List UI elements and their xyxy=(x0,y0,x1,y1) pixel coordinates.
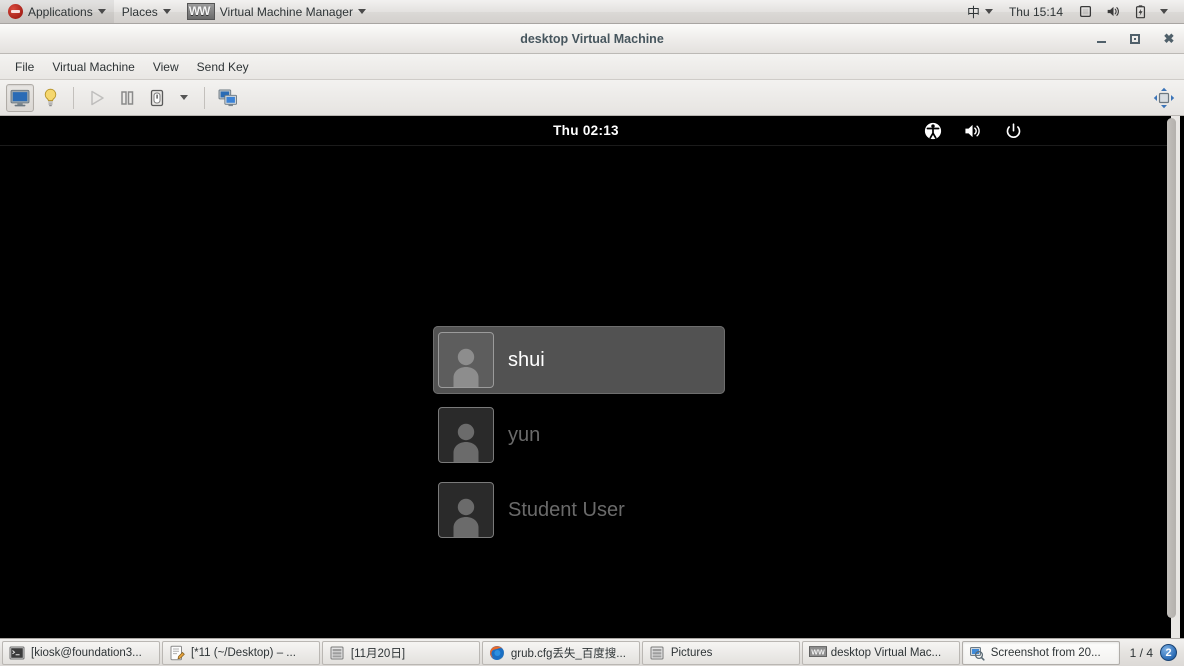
toolbar-separator xyxy=(73,86,74,109)
vm-scrollbar-track[interactable] xyxy=(1167,116,1180,666)
avatar-icon xyxy=(438,407,494,463)
workspace-area: 1 / 4 2 xyxy=(1122,644,1182,661)
snapshots-icon xyxy=(218,88,238,107)
gdm-user-list: shui yun Student User xyxy=(433,326,733,551)
avatar-icon xyxy=(438,482,494,538)
archive-icon xyxy=(649,645,665,661)
run-button[interactable] xyxy=(83,84,111,112)
window-title: desktop Virtual Machine xyxy=(520,31,664,46)
chevron-down-icon xyxy=(97,9,106,14)
workspace-pager[interactable]: 1 / 4 xyxy=(1130,646,1153,660)
user-list-item-yun[interactable]: yun xyxy=(433,401,733,469)
volume-icon xyxy=(1106,5,1121,18)
places-menu[interactable]: Places xyxy=(114,0,179,23)
chevron-down-icon xyxy=(984,9,993,14)
toolbar-separator xyxy=(204,86,205,109)
snapshot-button[interactable] xyxy=(214,84,242,112)
virtual-machine-manager-logo-icon: WW xyxy=(186,3,215,20)
chevron-down-icon xyxy=(1160,9,1168,14)
taskbar-item-firefox[interactable]: grub.cfg丢失_百度搜... xyxy=(481,640,640,665)
resize-icon xyxy=(1153,87,1175,109)
screenshot-icon xyxy=(969,645,985,661)
clock-label: Thu 15:14 xyxy=(1008,4,1063,19)
taskbar-item-archive[interactable]: [11月20日] xyxy=(321,640,480,665)
console-view-button[interactable] xyxy=(6,83,34,112)
taskbar-item-screenshot[interactable]: Screenshot from 20... xyxy=(961,640,1120,665)
system-status-area[interactable] xyxy=(1071,0,1176,23)
taskbar-item-virtual-machine[interactable]: WW desktop Virtual Mac... xyxy=(801,640,960,665)
taskbar-item-label: Pictures xyxy=(670,646,713,659)
taskbar-item-pictures[interactable]: Pictures xyxy=(641,640,800,665)
fedora-logo-icon xyxy=(8,4,23,19)
taskbar-item-terminal[interactable]: [kiosk@foundation3... xyxy=(2,640,160,665)
avatar-icon xyxy=(438,332,494,388)
taskbar-item-label: [kiosk@foundation3... xyxy=(31,646,142,659)
shutdown-button[interactable] xyxy=(143,84,171,112)
svg-text:WW: WW xyxy=(811,647,825,656)
user-name: yun xyxy=(508,423,541,446)
app-menu-label: Virtual Machine Manager xyxy=(219,4,353,19)
shutdown-menu-button[interactable] xyxy=(173,84,195,112)
maximize-button[interactable] xyxy=(1128,32,1142,46)
user-name: shui xyxy=(508,348,545,371)
chevron-down-icon xyxy=(357,9,366,14)
chevron-down-icon xyxy=(180,95,188,100)
menu-view[interactable]: View xyxy=(144,57,188,77)
lightbulb-icon xyxy=(42,88,59,107)
pause-button[interactable] xyxy=(113,84,141,112)
user-list-item-shui[interactable]: shui xyxy=(433,326,725,394)
app-menu-virtual-machine-manager[interactable]: WW Virtual Machine Manager xyxy=(179,0,374,23)
power-icon[interactable] xyxy=(1005,122,1022,140)
vm-console-viewport[interactable]: Thu 02:13 shui yun Student User xyxy=(0,116,1184,666)
applications-menu-label: Applications xyxy=(28,4,93,19)
toolbar xyxy=(0,80,1184,116)
taskbar-item-label: [11月20日] xyxy=(350,647,406,660)
notification-badge[interactable]: 2 xyxy=(1160,644,1178,661)
battery-icon xyxy=(1135,4,1146,19)
vm-scrollbar-thumb[interactable] xyxy=(1167,118,1176,618)
volume-icon[interactable] xyxy=(964,123,983,139)
display-icon xyxy=(1079,5,1092,18)
user-list-item-student-user[interactable]: Student User xyxy=(433,476,733,544)
gedit-icon xyxy=(169,645,185,661)
firefox-icon xyxy=(489,645,505,661)
monitor-icon xyxy=(10,89,30,107)
guest-screen[interactable]: Thu 02:13 shui yun Student User xyxy=(0,116,1172,666)
taskbar-item-label: desktop Virtual Mac... xyxy=(830,646,942,659)
vmm-icon: WW xyxy=(808,645,827,661)
user-name: Student User xyxy=(508,498,625,521)
gdm-top-bar: Thu 02:13 xyxy=(0,116,1172,146)
input-method-indicator[interactable]: 中 xyxy=(959,0,1001,23)
taskbar-item-gedit[interactable]: [*11 (~/Desktop) – ... xyxy=(161,640,320,665)
play-icon xyxy=(88,89,106,107)
accessibility-icon[interactable] xyxy=(924,122,942,140)
power-switch-icon xyxy=(148,89,166,107)
window-list-taskbar: [kiosk@foundation3... [*11 (~/Desktop) –… xyxy=(0,638,1184,666)
menu-file[interactable]: File xyxy=(6,57,43,77)
menu-virtual-machine[interactable]: Virtual Machine xyxy=(43,57,144,77)
window-titlebar: desktop Virtual Machine ✖ xyxy=(0,24,1184,54)
taskbar-item-label: Screenshot from 20... xyxy=(990,646,1101,659)
menu-send-key[interactable]: Send Key xyxy=(188,57,258,77)
applications-menu[interactable]: Applications xyxy=(0,0,114,23)
pause-icon xyxy=(118,89,136,107)
taskbar-item-label: grub.cfg丢失_百度搜... xyxy=(510,647,626,660)
terminal-icon xyxy=(9,645,25,661)
fullscreen-button[interactable] xyxy=(1150,84,1178,112)
archive-icon xyxy=(329,645,345,661)
input-method-label: 中 xyxy=(966,5,980,20)
close-button[interactable]: ✖ xyxy=(1162,32,1176,46)
clock[interactable]: Thu 15:14 xyxy=(1001,0,1071,23)
minimize-button[interactable] xyxy=(1094,32,1108,46)
places-menu-label: Places xyxy=(121,4,158,19)
details-view-button[interactable] xyxy=(36,84,64,112)
gnome-top-panel: Applications Places WW Virtual Machine M… xyxy=(0,0,1184,24)
chevron-down-icon xyxy=(162,9,171,14)
virtual-machine-window: desktop Virtual Machine ✖ File Virtual M… xyxy=(0,24,1184,666)
taskbar-item-label: [*11 (~/Desktop) – ... xyxy=(190,646,296,659)
menubar: File Virtual Machine View Send Key xyxy=(0,54,1184,80)
